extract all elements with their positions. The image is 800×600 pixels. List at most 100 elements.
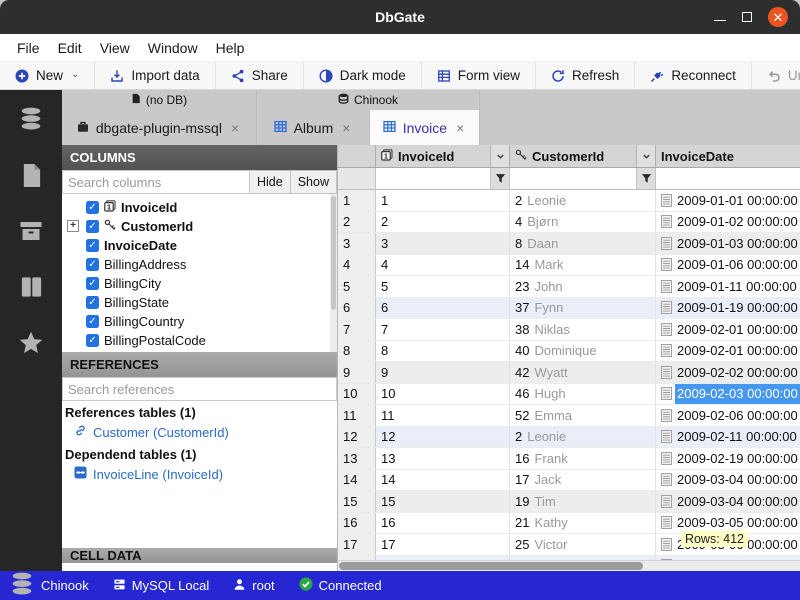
row-number-cell[interactable]: 9 [338,362,376,383]
customer-id-cell[interactable]: 40Dominique [510,341,656,362]
customer-id-cell[interactable]: 14Mark [510,255,656,276]
filter-input[interactable] [376,168,490,189]
invoice-id-cell[interactable]: 10 [376,384,510,405]
customer-id-cell[interactable]: 46Hugh [510,384,656,405]
invoice-id-cell[interactable]: 8 [376,341,510,362]
invoice-id-cell[interactable]: 17 [376,534,510,555]
cell-data-panel-header[interactable]: CELL DATA [62,548,337,563]
maximize-button[interactable] [742,12,752,22]
menu-item-edit[interactable]: Edit [49,37,91,59]
invoice-date-cell[interactable]: 2009-02-06 00:00:00 [656,405,800,426]
column-item-billingpostalcode[interactable]: ✓BillingPostalCode [62,331,337,350]
invoice-date-cell[interactable]: 2009-02-02 00:00:00 [656,362,800,383]
customer-id-cell[interactable]: 38Niklas [510,319,656,340]
sidebar-star-icon[interactable] [18,330,44,356]
refresh-button[interactable]: Refresh [536,62,635,89]
form-view-button[interactable]: Form view [422,62,536,89]
menu-item-help[interactable]: Help [207,37,254,59]
tab-dbgate-plugin-mssql[interactable]: dbgate-plugin-mssql× [62,110,257,145]
menu-item-file[interactable]: File [8,37,49,59]
invoice-date-cell[interactable]: 2009-01-06 00:00:00 [656,255,800,276]
invoice-date-cell[interactable]: 2009-01-01 00:00:00 [656,190,800,211]
column-item-billingstate[interactable]: ✓BillingState [62,293,337,312]
customer-id-cell[interactable]: 4Bjørn [510,212,656,233]
customer-id-cell[interactable]: 17Jack [510,470,656,491]
close-icon[interactable]: × [229,120,241,136]
invoice-date-cell[interactable]: 2009-03-04 00:00:00 [656,470,800,491]
invoice-date-cell[interactable]: 2009-02-11 00:00:00 [656,427,800,448]
statusbar-item-mysql-local[interactable]: MySQL Local [113,578,210,594]
invoice-id-cell[interactable]: 2 [376,212,510,233]
column-item-billingcountry[interactable]: ✓BillingCountry [62,312,337,331]
horizontal-scrollbar-thumb[interactable] [339,562,643,570]
column-item-billingcity[interactable]: ✓BillingCity [62,274,337,293]
invoice-id-cell[interactable]: 6 [376,298,510,319]
sidebar-file-icon[interactable] [18,162,44,188]
invoice-id-cell[interactable]: 16 [376,513,510,534]
invoice-date-cell[interactable]: 2009-03-05 00:00:00 [656,513,800,534]
column-item-invoiceid[interactable]: ✓1InvoiceId [62,198,337,217]
invoice-date-cell[interactable]: 2009-01-19 00:00:00 [656,298,800,319]
close-icon[interactable]: × [454,120,466,136]
columns-scrollbar-thumb[interactable] [331,196,336,310]
invoice-id-cell[interactable]: 5 [376,276,510,297]
invoice-date-cell[interactable]: 2009-02-01 00:00:00 [656,319,800,340]
row-number-cell[interactable]: 5 [338,276,376,297]
reconnect-button[interactable]: Reconnect [635,62,752,89]
row-number-cell[interactable]: 2 [338,212,376,233]
tab-album[interactable]: Album× [257,110,370,145]
row-number-cell[interactable]: 14 [338,470,376,491]
invoice-id-cell[interactable]: 7 [376,319,510,340]
menu-item-view[interactable]: View [91,37,139,59]
filter-input[interactable] [510,168,636,189]
column-sort-dropdown[interactable] [490,145,509,167]
invoice-id-cell[interactable]: 3 [376,233,510,254]
customer-id-cell[interactable]: 52Emma [510,405,656,426]
sidebar-archive-icon[interactable] [18,218,44,244]
share-button[interactable]: Share [216,62,304,89]
checkbox-checked-icon[interactable]: ✓ [86,239,99,252]
customer-id-cell[interactable]: 19Tim [510,491,656,512]
filter-funnel-icon[interactable] [490,168,509,189]
checkbox-checked-icon[interactable]: ✓ [86,296,99,309]
invoice-date-cell[interactable]: 2009-02-19 00:00:00 [656,448,800,469]
invoice-id-cell[interactable]: 9 [376,362,510,383]
statusbar-item-connected[interactable]: Connected [299,577,382,594]
filter-funnel-icon[interactable] [636,168,655,189]
row-number-cell[interactable]: 10 [338,384,376,405]
row-number-cell[interactable]: 11 [338,405,376,426]
customer-id-cell[interactable]: 42Wyatt [510,362,656,383]
customer-id-cell[interactable]: 2Leonie [510,427,656,448]
invoice-id-cell[interactable]: 12 [376,427,510,448]
column-header-customerid[interactable]: CustomerId [510,145,656,167]
row-number-cell[interactable]: 4 [338,255,376,276]
invoice-date-cell[interactable]: 2009-02-01 00:00:00 [656,341,800,362]
sidebar-database-icon[interactable] [18,106,44,132]
columns-panel-header[interactable]: COLUMNS [62,145,337,170]
column-sort-dropdown[interactable] [636,145,655,167]
row-number-cell[interactable]: 16 [338,513,376,534]
invoice-id-cell[interactable]: 4 [376,255,510,276]
customer-id-cell[interactable]: 8Daan [510,233,656,254]
invoice-date-cell[interactable]: 2009-03-04 00:00:00 [656,491,800,512]
checkbox-checked-icon[interactable]: ✓ [86,201,99,214]
new-button[interactable]: New⌄ [0,62,95,89]
customer-id-cell[interactable]: 16Frank [510,448,656,469]
invoice-date-cell[interactable]: 2009-02-03 00:00:00 [656,384,800,405]
tab-invoice[interactable]: Invoice× [370,110,480,145]
undo-button[interactable]: Undo [752,62,800,89]
invoice-id-cell[interactable]: 13 [376,448,510,469]
row-number-cell[interactable]: 17 [338,534,376,555]
reference-link-customer[interactable]: Customer (CustomerId) [62,422,337,443]
statusbar-item-chinook[interactable]: Chinook [9,571,89,600]
menu-item-window[interactable]: Window [139,37,207,59]
reference-link-invoiceline[interactable]: InvoiceLine (InvoiceId) [62,464,337,485]
row-number-cell[interactable]: 13 [338,448,376,469]
row-number-cell[interactable]: 1 [338,190,376,211]
close-button[interactable]: ✕ [768,7,788,27]
columns-scrollbar[interactable] [330,194,337,352]
invoice-id-cell[interactable]: 15 [376,491,510,512]
column-header-invoicedate[interactable]: InvoiceDate [656,145,800,167]
checkbox-checked-icon[interactable]: ✓ [86,315,99,328]
customer-id-cell[interactable]: 23John [510,276,656,297]
